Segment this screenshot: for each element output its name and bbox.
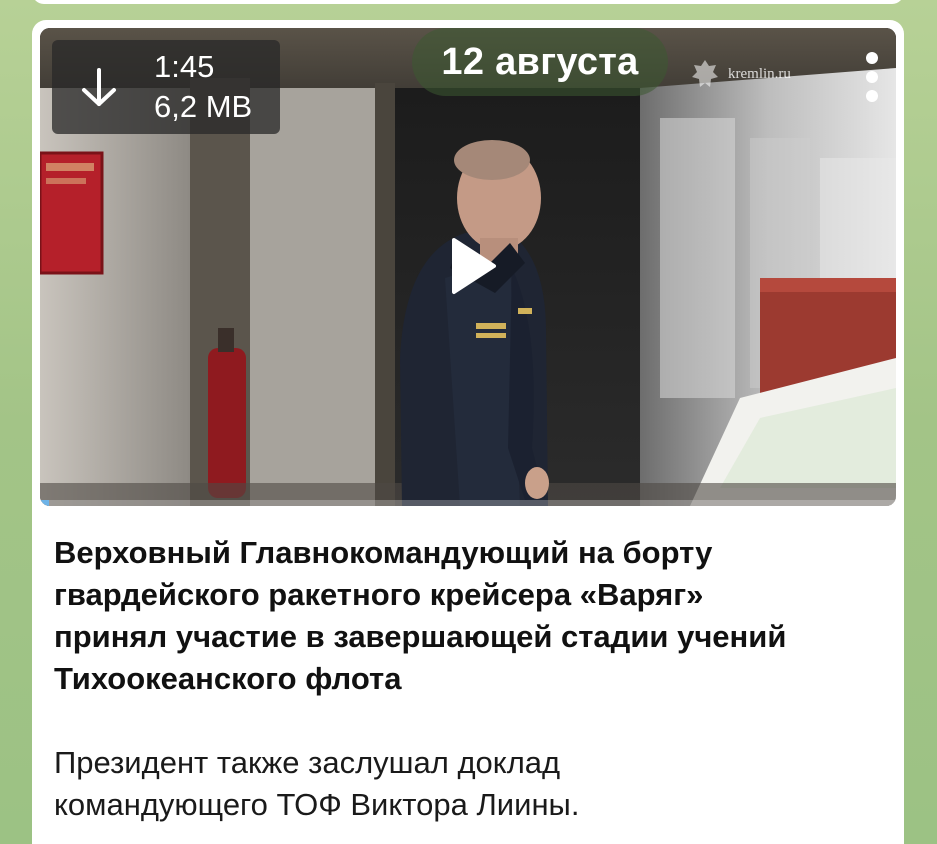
caption-body-line: командующего ТОФ Виктора Лиины. [54,787,580,822]
message-caption: Верховный Главнокомандующий на борту гва… [54,532,884,826]
emblem-icon [692,60,718,87]
caption-title-line: принял участие в завершающей стадии учен… [54,619,787,654]
message-bubble: 1:45 6,2 MB 12 августа kremlin.ru Верхов… [32,20,904,844]
watermark-text: kremlin.ru [728,65,791,82]
video-progress-bar[interactable] [40,500,896,506]
date-badge: 12 августа [412,28,668,96]
caption-title-line: Тихоокеанского флота [54,661,402,696]
download-badge: 1:45 6,2 MB [52,40,280,134]
previous-message-bubble [32,0,904,4]
video-progress-fill [40,500,49,506]
arrow-down-icon[interactable] [74,62,124,112]
caption-body-line: Президент также заслушал доклад [54,745,561,780]
caption-title-line: гвардейского ракетного крейсера «Варяг» [54,577,704,612]
caption-title-line: Верховный Главнокомандующий на борту [54,535,713,570]
caption-title: Верховный Главнокомандующий на борту гва… [54,532,884,700]
video-duration: 1:45 [154,49,215,84]
vertical-dots-icon[interactable] [862,52,882,108]
play-icon[interactable] [432,228,508,304]
caption-body: Президент также заслушал доклад командую… [54,742,884,826]
video-player[interactable]: 1:45 6,2 MB 12 августа kremlin.ru [40,28,896,506]
video-file-size: 6,2 MB [154,89,253,124]
watermark: kremlin.ru [690,54,791,94]
